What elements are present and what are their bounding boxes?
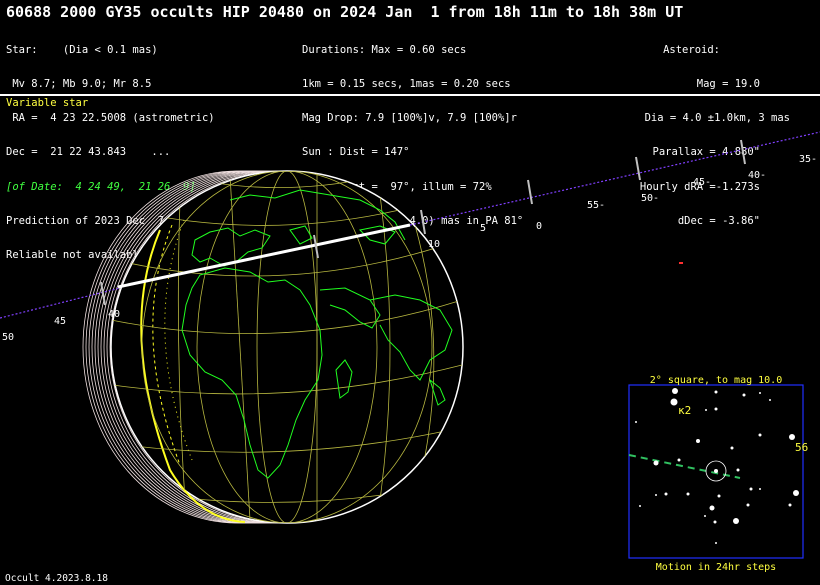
- star-field: [635, 388, 799, 544]
- track-label-35m: 35-: [799, 154, 817, 165]
- track-label-40: 40: [108, 309, 120, 320]
- red-marker: [679, 262, 683, 264]
- track-label-0: 0: [536, 221, 542, 232]
- star-chart-footer: Motion in 24hr steps: [656, 562, 776, 573]
- globe-diagram: 50 45 40 10 5 0 55- 50- 45- 40- 35- 2° s…: [0, 131, 820, 573]
- track-label-55: 55-: [587, 200, 605, 211]
- track-label-5: 5: [480, 223, 486, 234]
- star-label-56: 56: [795, 441, 808, 454]
- software-version: Occult 4.2023.8.18: [5, 573, 108, 584]
- track-label-10: 10: [428, 239, 440, 250]
- earth-disc: [110, 170, 464, 524]
- motion-path: [628, 454, 741, 479]
- track-label-40m: 40-: [748, 170, 766, 181]
- track-label-50: 50: [2, 332, 14, 343]
- star-chart-title: 2° square, to mag 10.0: [650, 375, 782, 386]
- track-label-50m: 50-: [641, 193, 659, 204]
- star-chart-inset: 2° square, to mag 10.0 Motion in 24hr st…: [628, 375, 808, 573]
- star-label-kappa2: κ2: [678, 404, 691, 417]
- track-label-45: 45: [54, 316, 66, 327]
- track-label-45m: 45-: [693, 177, 711, 188]
